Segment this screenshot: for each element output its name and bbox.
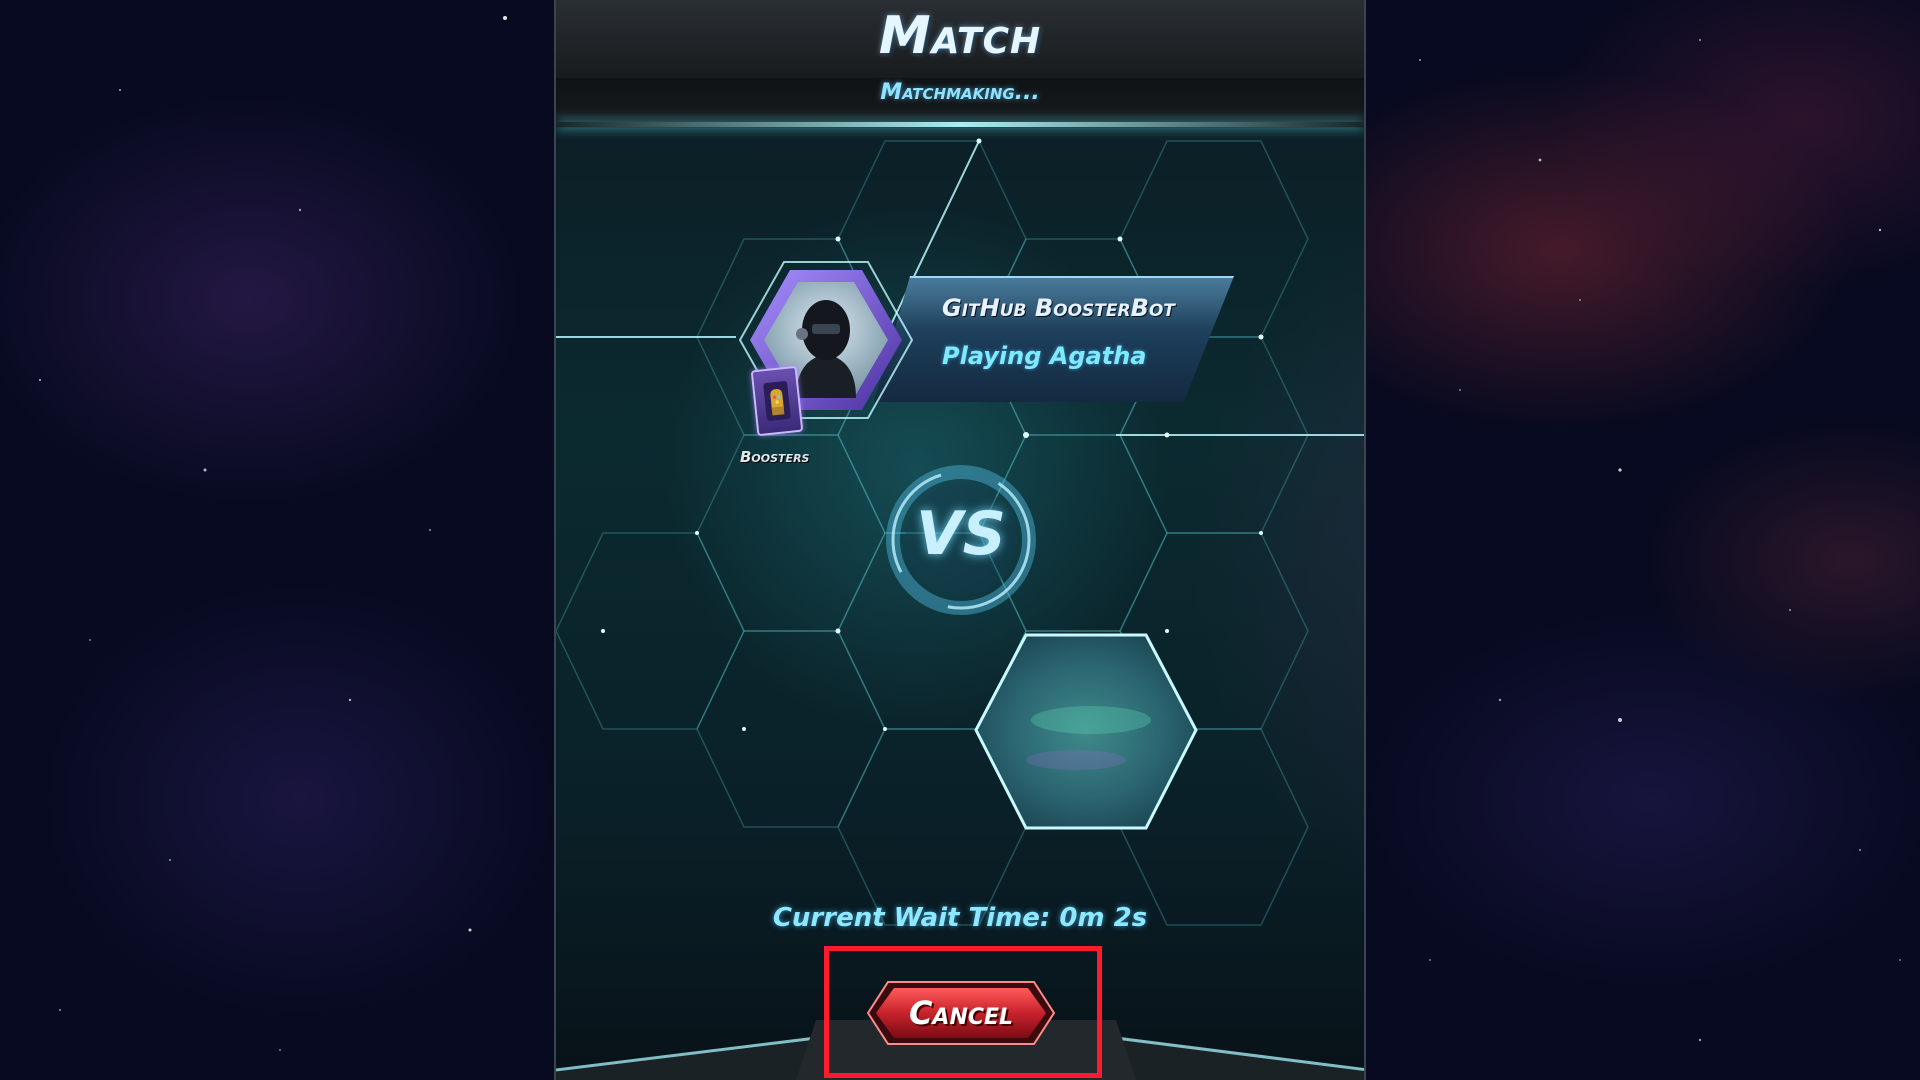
header-divider: [556, 122, 1364, 127]
opponent-hexagon: [974, 633, 1198, 830]
wait-time: Current Wait Time: 0m 2s: [772, 903, 1148, 933]
vs-label: VS: [916, 499, 1006, 569]
boosters-label: Boosters: [740, 448, 810, 466]
boosters-card-icon[interactable]: [750, 365, 804, 437]
versus-emblem: VS: [876, 455, 1046, 625]
header: Match Matchmaking...: [556, 0, 1364, 128]
player-name: GitHub BoosterBot: [942, 294, 1175, 322]
page-title: Match: [878, 6, 1042, 66]
highlight-box: [824, 946, 1102, 1078]
gauntlet-card-icon: [763, 381, 791, 421]
player-deck-label: Playing Agatha: [942, 342, 1147, 370]
matchmaking-status: Matchmaking...: [880, 80, 1040, 105]
match-panel: Match Matchmaking... GitHub BoosterBot P…: [554, 0, 1366, 1080]
